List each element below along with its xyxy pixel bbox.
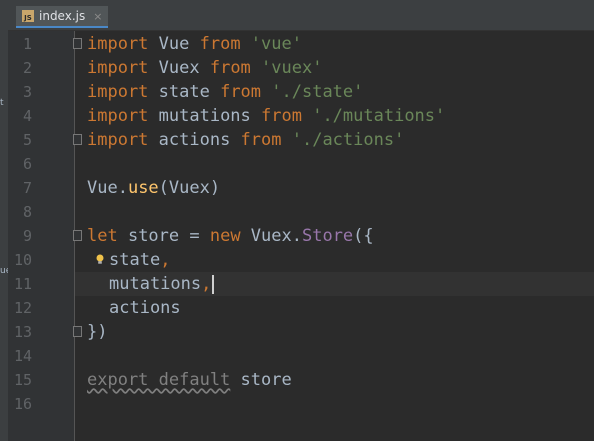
close-icon[interactable]: × (93, 10, 102, 23)
line-number: 8 (22, 203, 32, 221)
code-line-7[interactable]: Vue.use(Vuex) (75, 176, 594, 200)
code-line-2[interactable]: import Vuex from 'vuex' (75, 56, 594, 80)
code-line-12[interactable]: actions (75, 296, 594, 320)
line-number: 7 (22, 179, 32, 197)
editor-tab-bar: JS index.js × (8, 0, 594, 31)
text-cursor (212, 274, 215, 294)
lightbulb-icon[interactable] (95, 254, 105, 264)
code-line-15[interactable]: export default store (75, 368, 594, 392)
code-line-13[interactable]: }) (75, 320, 594, 344)
code-line-4[interactable]: import mutations from './mutations' (75, 104, 594, 128)
tab-label: index.js (39, 9, 86, 23)
code-line-10[interactable]: state, (75, 248, 594, 272)
line-number: 10 (13, 251, 32, 269)
line-number: 15 (13, 371, 32, 389)
line-number: 5 (22, 131, 32, 149)
line-number: 12 (13, 299, 32, 317)
code-line-5[interactable]: import actions from './actions' (75, 128, 594, 152)
tab-index-js[interactable]: JS index.js × (16, 6, 109, 28)
line-number: 3 (22, 83, 32, 101)
line-number: 4 (22, 107, 32, 125)
code-line-1[interactable]: import Vue from 'vue' (75, 32, 594, 56)
line-number: 13 (13, 323, 32, 341)
line-number: 9 (22, 227, 32, 245)
line-number: 11 (13, 275, 32, 293)
line-number: 14 (13, 347, 32, 365)
code-editor[interactable]: import Vue from 'vue' import Vuex from '… (75, 31, 594, 441)
strip-label-a: t (0, 98, 4, 108)
ide-window: t ue JS index.js × 1 2 3 4 5 6 7 8 9 10 … (0, 0, 594, 441)
line-number: 6 (22, 155, 32, 173)
line-number: 2 (22, 59, 32, 77)
line-number: 1 (22, 35, 32, 53)
code-line-11[interactable]: mutations, (75, 272, 594, 296)
line-number-gutter[interactable]: 1 2 3 4 5 6 7 8 9 10 11 12 13 14 15 16 (8, 31, 82, 441)
code-line-3[interactable]: import state from './state' (75, 80, 594, 104)
code-line-9[interactable]: let store = new Vuex.Store({ (75, 224, 594, 248)
line-number: 16 (13, 395, 32, 413)
js-file-icon: JS (22, 10, 34, 22)
